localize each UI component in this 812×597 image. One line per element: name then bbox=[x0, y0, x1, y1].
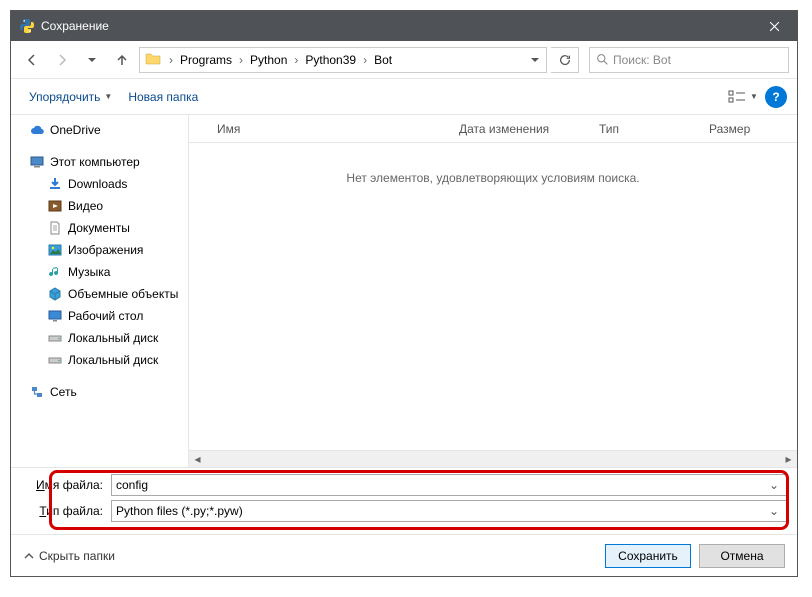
chevron-right-icon[interactable]: › bbox=[360, 53, 370, 67]
sidebar-item-documents[interactable]: Документы bbox=[11, 217, 188, 239]
sidebar-item-this-pc[interactable]: Этот компьютер bbox=[11, 151, 188, 173]
new-folder-button[interactable]: Новая папка bbox=[120, 86, 206, 108]
file-list-pane: Имя Дата изменения Тип Размер Нет элемен… bbox=[189, 115, 797, 467]
breadcrumb-segment[interactable]: Python bbox=[246, 48, 291, 72]
chevron-right-icon[interactable]: › bbox=[291, 53, 301, 67]
cloud-icon bbox=[29, 122, 45, 138]
forward-button[interactable] bbox=[49, 47, 75, 73]
close-button[interactable] bbox=[752, 11, 797, 41]
sidebar: OneDrive Этот компьютер Downloads Видео bbox=[11, 115, 189, 467]
organize-button[interactable]: Упорядочить▼ bbox=[21, 86, 120, 108]
sidebar-item-music[interactable]: Музыка bbox=[11, 261, 188, 283]
filename-panel: Имя файла: ⌄ Тип файла: Python files (*.… bbox=[11, 467, 797, 534]
hide-folders-toggle[interactable]: Скрыть папки bbox=[23, 549, 115, 563]
help-button[interactable]: ? bbox=[765, 86, 787, 108]
save-button[interactable]: Сохранить bbox=[605, 544, 691, 568]
filename-input[interactable]: ⌄ bbox=[111, 474, 787, 496]
filetype-label: Тип файла: bbox=[21, 504, 111, 518]
empty-message: Нет элементов, удовлетворяющих условиям … bbox=[346, 171, 639, 185]
download-icon bbox=[47, 176, 63, 192]
file-list-body: Нет элементов, удовлетворяющих условиям … bbox=[189, 143, 797, 450]
video-icon bbox=[47, 198, 63, 214]
chevron-down-icon: ▼ bbox=[750, 92, 758, 101]
window-title: Сохранение bbox=[41, 19, 752, 33]
computer-icon bbox=[29, 154, 45, 170]
chevron-down-icon: ▼ bbox=[104, 92, 112, 101]
chevron-up-icon bbox=[23, 550, 35, 562]
sidebar-item-local-disk-1[interactable]: Локальный диск bbox=[11, 327, 188, 349]
breadcrumb-segment[interactable]: Bot bbox=[370, 48, 396, 72]
scroll-right-icon[interactable]: ▸ bbox=[780, 451, 797, 468]
scroll-left-icon[interactable]: ◂ bbox=[189, 451, 206, 468]
sidebar-item-3d-objects[interactable]: Объемные объекты bbox=[11, 283, 188, 305]
filename-label: Имя файла: bbox=[21, 478, 111, 492]
desktop-icon bbox=[47, 308, 63, 324]
folder-icon bbox=[144, 50, 164, 70]
col-type[interactable]: Тип bbox=[589, 115, 699, 142]
titlebar: Сохранение bbox=[11, 11, 797, 41]
breadcrumb-dropdown[interactable] bbox=[526, 48, 544, 72]
search-placeholder: Поиск: Bot bbox=[613, 53, 671, 67]
sidebar-item-desktop[interactable]: Рабочий стол bbox=[11, 305, 188, 327]
sidebar-item-network[interactable]: Сеть bbox=[11, 381, 188, 403]
sidebar-item-videos[interactable]: Видео bbox=[11, 195, 188, 217]
up-button[interactable] bbox=[109, 47, 135, 73]
chevron-right-icon[interactable]: › bbox=[166, 53, 176, 67]
sidebar-item-downloads[interactable]: Downloads bbox=[11, 173, 188, 195]
col-date[interactable]: Дата изменения bbox=[449, 115, 589, 142]
document-icon bbox=[47, 220, 63, 236]
chevron-down-icon[interactable]: ⌄ bbox=[766, 504, 782, 518]
toolbar: Упорядочить▼ Новая папка ▼ ? bbox=[11, 79, 797, 115]
chevron-down-icon[interactable]: ⌄ bbox=[766, 478, 782, 492]
horizontal-scrollbar[interactable]: ◂ ▸ bbox=[189, 450, 797, 467]
breadcrumb-segment[interactable]: Programs bbox=[176, 48, 236, 72]
save-dialog: Сохранение › Programs › Python › Python3… bbox=[10, 10, 798, 577]
music-icon bbox=[47, 264, 63, 280]
filetype-value: Python files (*.py;*.pyw) bbox=[116, 504, 766, 518]
search-input[interactable]: Поиск: Bot bbox=[589, 47, 789, 73]
cancel-button[interactable]: Отмена bbox=[699, 544, 785, 568]
drive-icon bbox=[47, 352, 63, 368]
network-icon bbox=[29, 384, 45, 400]
search-icon bbox=[596, 53, 609, 66]
app-icon bbox=[19, 18, 35, 34]
sidebar-item-local-disk-2[interactable]: Локальный диск bbox=[11, 349, 188, 371]
view-options-button[interactable]: ▼ bbox=[725, 85, 761, 109]
cube-icon bbox=[47, 286, 63, 302]
breadcrumb-segment[interactable]: Python39 bbox=[301, 48, 360, 72]
chevron-right-icon[interactable]: › bbox=[236, 53, 246, 67]
drive-icon bbox=[47, 330, 63, 346]
sidebar-item-onedrive[interactable]: OneDrive bbox=[11, 119, 188, 141]
column-headers: Имя Дата изменения Тип Размер bbox=[189, 115, 797, 143]
sidebar-item-pictures[interactable]: Изображения bbox=[11, 239, 188, 261]
main-area: OneDrive Этот компьютер Downloads Видео bbox=[11, 115, 797, 467]
recent-dropdown[interactable] bbox=[79, 47, 105, 73]
breadcrumb[interactable]: › Programs › Python › Python39 › Bot bbox=[139, 47, 547, 73]
nav-row: › Programs › Python › Python39 › Bot Пои… bbox=[11, 41, 797, 79]
col-size[interactable]: Размер bbox=[699, 115, 797, 142]
col-name[interactable]: Имя bbox=[189, 115, 449, 142]
footer: Скрыть папки Сохранить Отмена bbox=[11, 534, 797, 576]
filename-text[interactable] bbox=[116, 478, 766, 492]
refresh-button[interactable] bbox=[551, 47, 579, 73]
picture-icon bbox=[47, 242, 63, 258]
filetype-select[interactable]: Python files (*.py;*.pyw) ⌄ bbox=[111, 500, 787, 522]
back-button[interactable] bbox=[19, 47, 45, 73]
